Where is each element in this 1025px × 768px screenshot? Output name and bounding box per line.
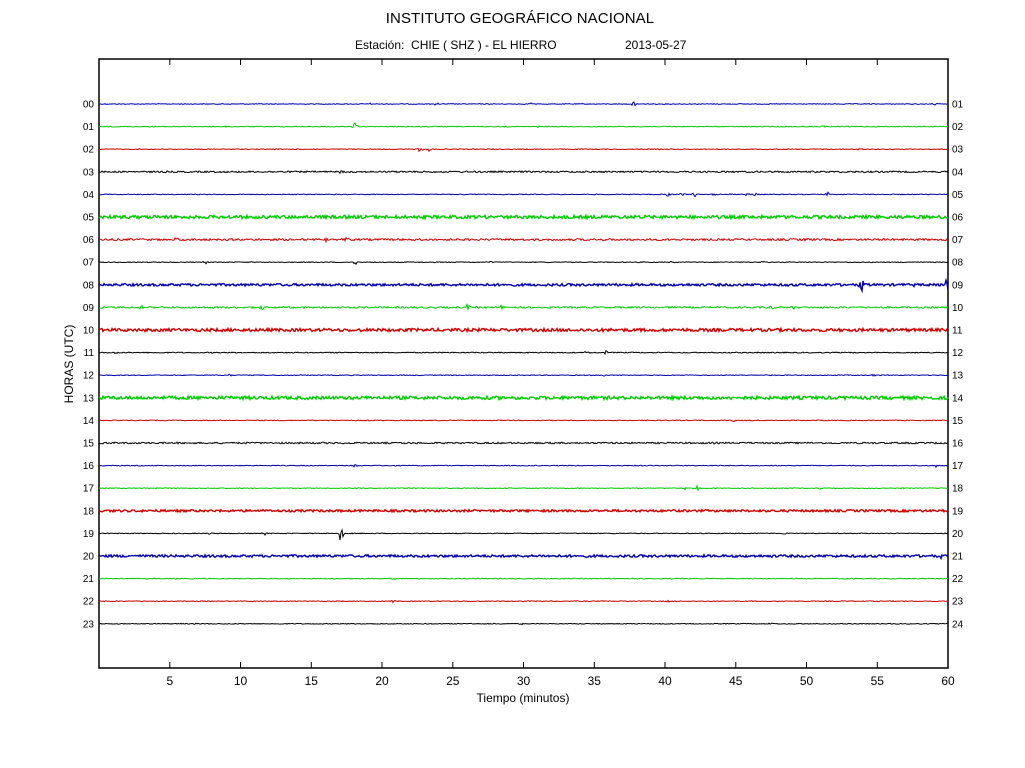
- left-hour-label: 21: [83, 574, 95, 585]
- left-hour-label: 19: [83, 529, 95, 540]
- trace-group: [98, 101, 949, 626]
- right-hour-label: 11: [952, 326, 963, 337]
- right-hour-label: 21: [952, 552, 964, 563]
- trace-hour-21: [98, 577, 949, 581]
- left-hour-label: 18: [83, 506, 95, 517]
- trace-hour-08: [98, 277, 949, 294]
- x-tick-label: 50: [800, 674, 814, 688]
- trace-hour-14: [98, 419, 949, 423]
- trace-hour-15: [98, 441, 949, 445]
- right-hour-label: 06: [952, 213, 964, 224]
- right-hour-label: 05: [952, 190, 964, 201]
- right-hour-label: 17: [952, 461, 964, 472]
- left-hour-label: 11: [84, 348, 95, 359]
- plot-frame: [98, 58, 949, 669]
- x-axis-ticks: 5 10 15 20 25 30 35 40 45 50 55 60: [166, 59, 955, 688]
- trace-hour-19: [98, 528, 949, 541]
- x-tick-label: 15: [305, 674, 319, 688]
- x-tick-label: 30: [517, 674, 531, 688]
- trace-hour-16: [98, 463, 949, 469]
- left-hour-label: 00: [83, 100, 95, 111]
- trace-hour-12: [98, 373, 949, 377]
- x-tick-label: 45: [729, 674, 743, 688]
- right-hour-label: 22: [952, 574, 964, 585]
- trace-hour-23: [98, 622, 949, 626]
- right-hour-label: 04: [952, 167, 964, 178]
- right-hour-labels: 01 02 03 04 05 06 07 08 09 10 11 12 13 14 15 16 17 18 19 20…: [952, 100, 964, 631]
- right-hour-label: 13: [952, 371, 964, 382]
- left-hour-label: 08: [83, 280, 95, 291]
- left-hour-label: 06: [83, 235, 95, 246]
- right-hour-label: 19: [952, 506, 964, 517]
- right-hour-label: 18: [952, 484, 964, 495]
- right-hour-label: 24: [952, 619, 964, 630]
- x-tick-label: 60: [941, 674, 955, 688]
- left-hour-label: 04: [83, 190, 95, 201]
- trace-hour-17: [98, 484, 949, 492]
- right-hour-label: 20: [952, 529, 964, 540]
- left-hour-label: 14: [83, 416, 95, 427]
- left-hour-label: 16: [83, 461, 95, 472]
- left-hour-label: 12: [83, 371, 95, 382]
- left-hour-label: 02: [83, 145, 95, 156]
- right-hour-label: 08: [952, 258, 964, 269]
- x-axis-label: Tiempo (minutos): [477, 691, 570, 705]
- x-tick-label: 55: [871, 674, 885, 688]
- trace-hour-09: [98, 303, 949, 311]
- y-axis-label: HORAS (UTC): [62, 325, 76, 404]
- x-tick-label: 40: [658, 674, 672, 688]
- trace-hour-06: [98, 236, 949, 244]
- trace-hour-04: [98, 191, 949, 198]
- right-hour-label: 07: [952, 235, 964, 246]
- right-hour-label: 12: [952, 348, 964, 359]
- trace-hour-22: [98, 599, 949, 604]
- right-hour-label: 10: [952, 303, 964, 314]
- left-hour-label: 13: [83, 393, 95, 404]
- x-tick-label: 25: [446, 674, 460, 688]
- trace-hour-03: [98, 170, 949, 175]
- trace-hour-18: [98, 508, 949, 514]
- right-hour-label: 01: [952, 100, 964, 111]
- left-hour-label: 23: [83, 619, 95, 630]
- left-hour-label: 03: [83, 167, 95, 178]
- x-tick-label: 10: [234, 674, 248, 688]
- x-tick-label: 20: [375, 674, 389, 688]
- left-hour-label: 01: [83, 122, 95, 133]
- right-hour-label: 15: [952, 416, 964, 427]
- trace-hour-07: [98, 260, 949, 266]
- left-hour-label: 07: [83, 258, 95, 269]
- right-hour-label: 14: [952, 393, 964, 404]
- trace-hour-02: [98, 147, 949, 153]
- left-hour-label: 09: [83, 303, 95, 314]
- left-hour-label: 10: [83, 326, 95, 337]
- trace-hour-11: [98, 349, 948, 356]
- right-hour-label: 03: [952, 145, 964, 156]
- trace-hour-13: [98, 394, 949, 402]
- trace-hour-05: [98, 213, 949, 221]
- left-hour-label: 22: [83, 597, 95, 608]
- right-hour-label: 16: [952, 439, 964, 450]
- left-hour-label: 05: [83, 213, 95, 224]
- trace-hour-20: [98, 553, 949, 561]
- trace-hour-10: [98, 326, 949, 334]
- trace-hour-00: [98, 101, 949, 107]
- right-hour-label: 09: [952, 280, 964, 291]
- seismogram-chart: 00 01 02 03 04 05 06 07 08 09 10 11 12 13 14 15 16 17 18 19…: [62, 58, 964, 705]
- x-tick-label: 35: [588, 674, 602, 688]
- right-hour-label: 23: [952, 597, 964, 608]
- trace-hour-01: [98, 122, 949, 129]
- left-hour-label: 20: [83, 552, 95, 563]
- x-tick-label: 5: [166, 674, 173, 688]
- left-hour-label: 17: [83, 484, 95, 495]
- left-hour-labels: 00 01 02 03 04 05 06 07 08 09 10 11 12 13 14 15 16 17 18 19…: [83, 100, 95, 631]
- left-hour-label: 15: [83, 439, 95, 450]
- right-hour-label: 02: [952, 122, 964, 133]
